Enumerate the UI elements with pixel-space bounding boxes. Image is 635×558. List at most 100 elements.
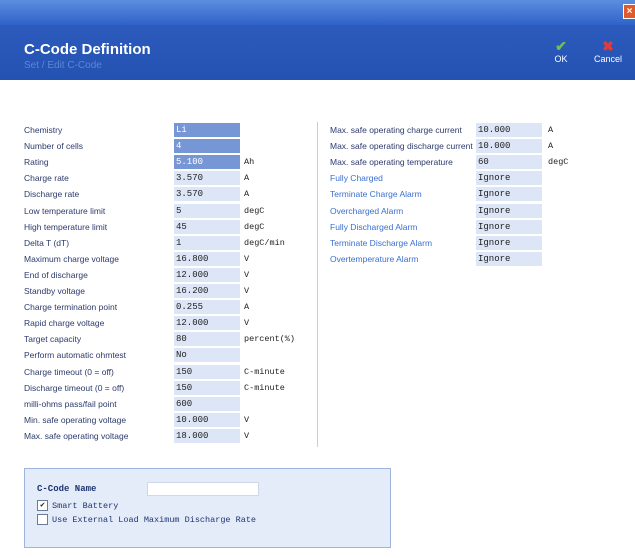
param-row-number-of-cells: Number of cells 4 xyxy=(12,138,317,154)
param-label: Max. safe operating temperature xyxy=(330,157,453,168)
param-value-field[interactable]: 3.570 xyxy=(174,187,240,202)
param-label: Low temperature limit xyxy=(24,205,106,216)
param-label: Perform automatic ohmtest xyxy=(24,350,127,361)
param-value-field[interactable]: 10.000 xyxy=(174,412,240,427)
param-value-field[interactable]: Ignore xyxy=(476,203,542,218)
param-row-charge-timeout-0-off: Charge timeout (0 = off) 150 C-minute xyxy=(12,364,317,380)
cancel-button[interactable]: ✖ Cancel xyxy=(592,38,624,65)
param-label: Charge timeout (0 = off) xyxy=(24,366,114,377)
param-value-field[interactable]: 80 xyxy=(174,332,240,347)
param-row-maximum-charge-voltage: Maximum charge voltage 16.800 V xyxy=(12,251,317,267)
smart-battery-option[interactable]: ✔ Smart Battery xyxy=(37,500,118,512)
param-row-rating: Rating 5.100 Ah xyxy=(12,154,317,170)
param-label: Charge rate xyxy=(24,173,69,184)
param-value-field[interactable]: Ignore xyxy=(476,187,542,202)
param-unit: degC xyxy=(548,157,569,168)
param-value-field[interactable]: 16.800 xyxy=(174,251,240,266)
param-unit: V xyxy=(244,253,250,264)
external-load-option[interactable]: Use External Load Maximum Discharge Rate xyxy=(37,514,256,526)
param-row-delta-t-dt: Delta T (dT) 1 degC/min xyxy=(12,235,317,251)
param-value-field[interactable]: Ignore xyxy=(476,171,542,186)
alarm-label-link[interactable]: Overtemperature Alarm xyxy=(330,251,418,267)
param-label: High temperature limit xyxy=(24,221,108,232)
alarm-row-terminate-charge-alarm: Terminate Charge Alarm Ignore xyxy=(318,186,598,202)
param-label: Chemistry xyxy=(24,125,63,135)
param-value-field[interactable]: 1 xyxy=(174,235,240,250)
param-value-field[interactable]: 150 xyxy=(174,380,240,395)
param-label: Max. safe operating voltage xyxy=(24,430,129,441)
param-label: End of discharge xyxy=(24,269,88,280)
param-row-high-temperature-limit: High temperature limit 45 degC xyxy=(12,219,317,235)
ccode-name-group: C-Code Name ✔ Smart Battery Use External … xyxy=(24,468,391,548)
param-value-field[interactable]: 60 xyxy=(476,155,542,170)
ok-button[interactable]: ✔ OK xyxy=(548,39,574,65)
param-value-field[interactable]: 0.255 xyxy=(174,300,240,315)
close-window-button[interactable]: × xyxy=(623,4,635,19)
param-label: Rating xyxy=(24,157,49,168)
alarm-label-link[interactable]: Fully Charged xyxy=(330,170,383,186)
param-label: Charge termination point xyxy=(24,302,118,313)
param-label: Max. safe operating discharge current xyxy=(330,141,473,152)
battery-parameters-panel: Chemistry Li Number of cells 4 Rating 5.100 Ah… xyxy=(12,122,318,447)
alarm-label-link[interactable]: Terminate Charge Alarm xyxy=(330,186,422,202)
cancel-icon: ✖ xyxy=(602,38,614,54)
param-unit: C-minute xyxy=(244,366,285,377)
external-load-checkbox[interactable] xyxy=(37,514,48,526)
param-value-field[interactable]: Li xyxy=(174,123,240,137)
param-label: Discharge timeout (0 = off) xyxy=(24,382,125,393)
alarm-row-max-safe-operating-discharge-current: Max. safe operating discharge current 10.… xyxy=(318,138,598,154)
param-value-field[interactable]: 3.570 xyxy=(174,171,240,186)
ccode-name-label: C-Code Name xyxy=(37,484,97,494)
safety-alarms-panel: Max. safe operating charge current 10.000… xyxy=(318,122,598,282)
alarm-label-link[interactable]: Overcharged Alarm xyxy=(330,203,403,219)
window-titlebar: × xyxy=(0,0,635,25)
param-value-field[interactable]: 16.200 xyxy=(174,284,240,298)
param-label: milli-ohms pass/fail point xyxy=(24,398,117,409)
param-value-field[interactable]: 12.000 xyxy=(174,316,240,331)
param-unit: Ah xyxy=(244,157,255,168)
external-load-label: Use External Load Maximum Discharge Rate xyxy=(52,515,257,525)
alarm-row-fully-charged: Fully Charged Ignore xyxy=(318,170,598,186)
param-row-discharge-rate: Discharge rate 3.570 A xyxy=(12,186,317,202)
ok-label: OK xyxy=(554,54,568,64)
param-value-field[interactable]: 600 xyxy=(174,396,240,411)
dialog-subtitle: Set / Edit C-Code xyxy=(24,60,102,71)
param-value-field[interactable]: No xyxy=(174,348,240,363)
param-unit: A xyxy=(548,141,554,152)
param-value-field[interactable]: 12.000 xyxy=(174,267,240,282)
param-value-field[interactable]: Ignore xyxy=(476,235,542,250)
param-value-field[interactable]: 5 xyxy=(174,203,240,218)
param-unit: V xyxy=(244,286,250,296)
param-row-charge-rate: Charge rate 3.570 A xyxy=(12,170,317,186)
alarm-label-link[interactable]: Terminate Discharge Alarm xyxy=(330,235,432,251)
alarm-row-overcharged-alarm: Overcharged Alarm Ignore xyxy=(318,203,598,219)
param-value-field[interactable]: Ignore xyxy=(476,251,542,266)
cancel-label: Cancel xyxy=(593,54,622,64)
param-unit: V xyxy=(244,318,250,329)
smart-battery-checkbox[interactable]: ✔ xyxy=(37,500,48,512)
param-row-low-temperature-limit: Low temperature limit 5 degC xyxy=(12,203,317,219)
param-value-field[interactable]: 5.100 xyxy=(174,155,240,170)
param-unit: A xyxy=(548,125,554,135)
param-row-min-safe-operating-voltage: Min. safe operating voltage 10.000 V xyxy=(12,412,317,428)
param-unit: degC/min xyxy=(244,237,285,248)
param-value-field[interactable]: Ignore xyxy=(476,219,542,234)
param-unit: percent(%) xyxy=(244,334,296,345)
smart-battery-label: Smart Battery xyxy=(52,501,119,511)
param-value-field[interactable]: 4 xyxy=(174,139,240,154)
param-row-milli-ohms-pass-fail-point: milli-ohms pass/fail point 600 xyxy=(12,396,317,412)
param-value-field[interactable]: 10.000 xyxy=(476,139,542,154)
param-unit: degC xyxy=(244,205,265,216)
param-value-field[interactable]: 45 xyxy=(174,219,240,234)
param-row-standby-voltage: Standby voltage 16.200 V xyxy=(12,283,317,299)
alarm-row-terminate-discharge-alarm: Terminate Discharge Alarm Ignore xyxy=(318,235,598,251)
param-value-field[interactable]: 18.000 xyxy=(174,428,240,443)
ccode-name-input[interactable] xyxy=(147,482,259,496)
close-icon: × xyxy=(626,6,633,17)
alarm-label-link[interactable]: Fully Discharged Alarm xyxy=(330,219,417,235)
param-row-chemistry: Chemistry Li xyxy=(12,122,317,138)
param-value-field[interactable]: 10.000 xyxy=(476,123,542,137)
param-label: Rapid charge voltage xyxy=(24,318,105,329)
param-value-field[interactable]: 150 xyxy=(174,364,240,379)
param-label: Standby voltage xyxy=(24,286,85,296)
